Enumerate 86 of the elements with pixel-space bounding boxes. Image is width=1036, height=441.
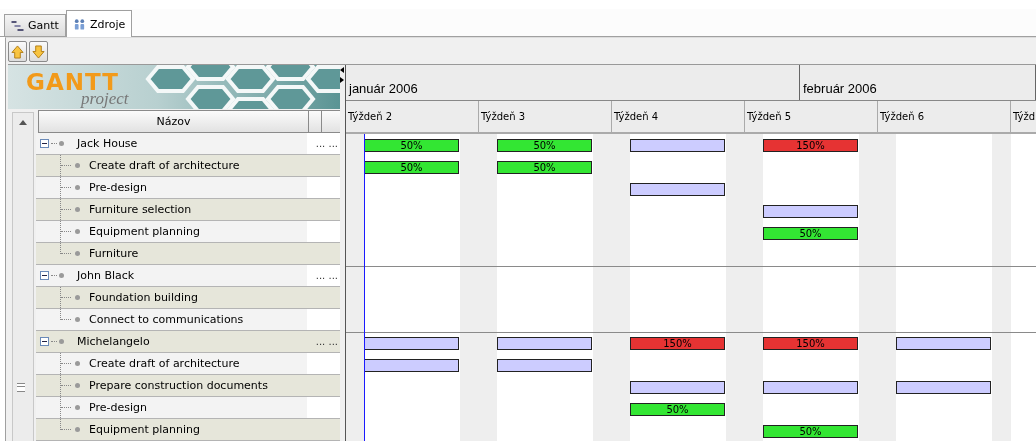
more-text: ... ... [315,138,338,149]
move-up-button[interactable] [8,41,27,62]
node-dot-icon [75,427,80,432]
table-row[interactable]: Connect to communications [36,309,340,331]
table-row[interactable]: Michelangelo ... ... [36,331,340,353]
week-header: Týžd [1012,110,1036,124]
load-bar: 50% [497,160,592,174]
vertical-scrollbar[interactable] [12,112,34,441]
load-bar: 50% [364,160,459,174]
table-row[interactable]: Pre-design [36,177,340,199]
load-bar: 50% [763,424,858,438]
table-row[interactable]: Pre-design [36,397,340,419]
node-dot-icon [75,383,80,388]
table-row[interactable]: Furniture selection [36,199,340,221]
node-dot-icon [59,141,64,146]
splitter-arrows-icon[interactable] [340,67,344,83]
node-dot-icon [75,405,80,410]
task-name[interactable]: Pre-design [89,401,147,414]
move-down-button[interactable] [29,41,48,62]
week-header: Týždeň 2 [346,101,479,132]
load-bar: 50% [364,138,459,152]
week-header: Týždeň 5 [745,101,878,132]
load-bar: 150% [763,138,858,152]
table-row[interactable]: Equipment planning [36,221,340,243]
task-name[interactable]: Prepare construction documents [89,379,268,392]
more-text: ... ... [315,336,338,347]
table-row[interactable]: Jack House ... ... [36,133,340,155]
table-row[interactable]: Prepare construction documents [36,375,340,397]
table-row[interactable]: Create draft of architecture [36,155,340,177]
load-bar: 50% [497,138,592,152]
node-dot-icon [75,185,80,190]
task-name[interactable]: Equipment planning [89,423,200,436]
table-row[interactable]: Furniture [36,243,340,265]
month-header: január 2006 [346,65,800,100]
table-cell [307,177,340,198]
more-text: ... ... [315,270,338,281]
task-name[interactable]: Create draft of architecture [89,357,240,370]
task-name[interactable]: Equipment planning [89,225,200,238]
node-dot-icon [75,251,80,256]
node-dot-icon [59,273,64,278]
scroll-up-icon[interactable] [19,120,27,125]
week-header: Týždeň 3 [479,101,612,132]
table-row[interactable]: Equipment planning [36,419,340,441]
resource-name[interactable]: John Black [77,269,135,282]
load-bar: 150% [630,337,725,350]
collapse-toggle[interactable] [40,337,49,346]
load-bar: 150% [763,337,858,350]
node-dot-icon [75,295,80,300]
column-header[interactable] [309,110,322,133]
table-cell [307,397,340,418]
up-arrow-icon [11,44,24,59]
task-name[interactable]: Foundation building [89,291,198,304]
table-cell [307,221,340,242]
week-header: Týždeň 4 [612,101,745,132]
people-icon [72,18,86,30]
down-arrow-icon [32,44,45,59]
collapse-toggle[interactable] [40,139,49,148]
node-dot-icon [75,163,80,168]
table-row[interactable]: Foundation building [36,287,340,309]
table-row[interactable]: John Black ... ... [36,265,340,287]
table-cell [307,353,340,374]
node-dot-icon [59,339,64,344]
task-name[interactable]: Furniture [89,247,139,260]
load-bar: 50% [630,402,725,416]
node-dot-icon [75,317,80,322]
scroll-grip-icon[interactable] [17,383,25,392]
table-cell [307,309,340,330]
week-header: Týždeň 6 [878,101,1011,132]
task-name[interactable]: Create draft of architecture [89,159,240,172]
node-dot-icon [75,361,80,366]
tab[interactable]: Zdroje [65,10,133,37]
resource-name[interactable]: Jack House [77,137,138,150]
tab[interactable]: Gantt [4,14,66,36]
column-header[interactable]: Názov [38,110,309,133]
task-name[interactable]: Connect to communications [89,313,244,326]
resource-name[interactable]: Michelangelo [77,335,150,348]
gantt-chart-icon [11,19,24,32]
task-name[interactable]: Furniture selection [89,203,192,216]
load-bar: 50% [763,226,858,240]
column-header[interactable] [322,110,340,133]
collapse-toggle[interactable] [40,271,49,280]
node-dot-icon [75,229,80,234]
task-name[interactable]: Pre-design [89,181,147,194]
month-header: február 2006 [800,65,1036,100]
node-dot-icon [75,207,80,212]
table-row[interactable]: Create draft of architecture [36,353,340,375]
